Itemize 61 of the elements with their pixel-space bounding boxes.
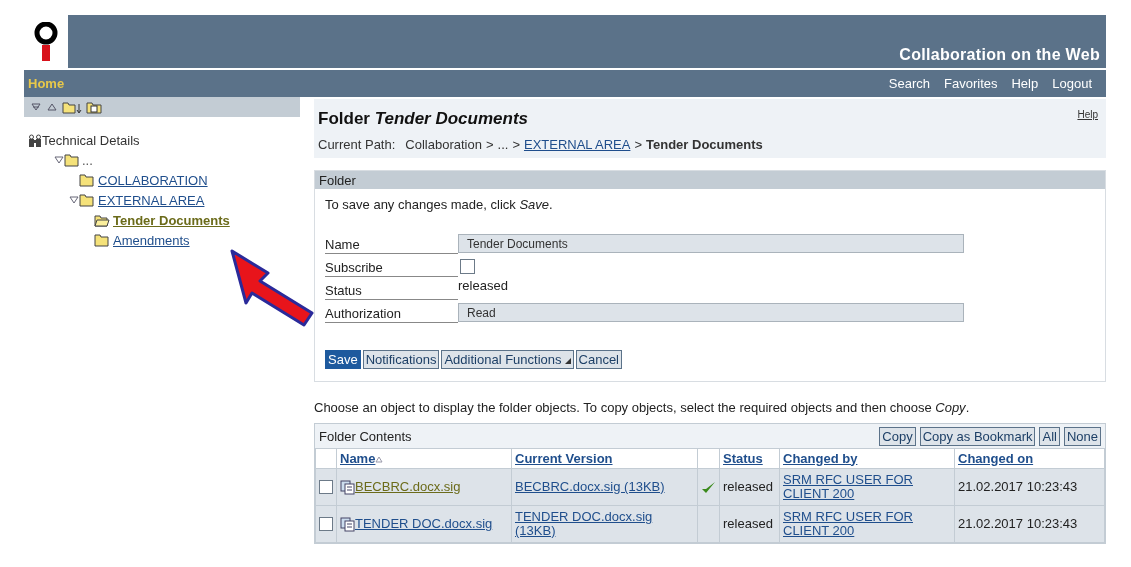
- folder-icon: [79, 193, 95, 207]
- open-folder-icon: [94, 213, 110, 227]
- caret-icon: [564, 358, 571, 364]
- selected-tree-link[interactable]: Tender Documents: [113, 212, 230, 228]
- folder-down-icon[interactable]: [62, 100, 82, 114]
- input-field[interactable]: Read: [458, 303, 964, 322]
- nav-link[interactable]: Favorites: [944, 76, 998, 91]
- path-text: Collaboration: [405, 137, 482, 152]
- button[interactable]: Copy: [879, 426, 916, 446]
- field-label: Subscribe: [325, 256, 458, 277]
- app-title: Collaboration on the Web: [899, 46, 1100, 64]
- tree-link[interactable]: EXTERNAL AREA: [98, 192, 205, 208]
- tree-link[interactable]: Amendments: [113, 232, 190, 248]
- tree-label: Technical Details: [42, 133, 140, 148]
- date-cell: 21.02.2017 10:23:43: [954, 468, 1105, 506]
- checkbox[interactable]: [460, 259, 475, 274]
- page-title: Folder Tender Documents: [317, 109, 528, 129]
- path-label: Current Path:: [318, 137, 396, 152]
- path-current: Tender Documents: [646, 137, 763, 152]
- status-cell: released: [719, 505, 780, 543]
- nav-link[interactable]: Search: [888, 76, 930, 91]
- button[interactable]: Copy as Bookmark: [919, 426, 1036, 446]
- path-link[interactable]: EXTERNAL AREA: [523, 137, 631, 152]
- save-button[interactable]: Save: [325, 350, 361, 369]
- instruction-text: Choose an object to display the folder objects. To copy objects, select the required objects and then choose Copy.: [314, 400, 971, 415]
- status-cell: released: [719, 468, 780, 506]
- binoculars-icon: [28, 133, 42, 148]
- panel-header: Folder: [315, 171, 1105, 189]
- path-separator: >: [512, 137, 520, 152]
- path-separator: >: [485, 137, 494, 152]
- date-cell: 21.02.2017 10:23:43: [954, 505, 1105, 543]
- path-text: ...: [497, 137, 509, 152]
- expand-icon[interactable]: [46, 101, 58, 113]
- tree-label[interactable]: ...: [82, 152, 93, 168]
- field-value: released: [458, 278, 508, 293]
- info-message: To save any changes made, click Save.: [325, 197, 554, 212]
- input-field[interactable]: Tender Documents: [458, 234, 964, 253]
- button[interactable]: Cancel: [575, 350, 622, 369]
- folder-icon: [79, 173, 95, 187]
- document-icon: [340, 479, 355, 495]
- button[interactable]: All: [1039, 426, 1060, 446]
- folder-icon: [64, 153, 80, 167]
- document-icon: [340, 516, 355, 532]
- tree-link[interactable]: COLLABORATION: [98, 172, 208, 188]
- help-link[interactable]: Help: [1077, 109, 1098, 120]
- folder-icon: [94, 233, 110, 247]
- nav-link[interactable]: Logout: [1052, 76, 1092, 91]
- column-header[interactable]: Name: [340, 450, 376, 466]
- menu-button[interactable]: Additional Functions: [441, 350, 574, 369]
- button[interactable]: Notifications: [362, 350, 440, 369]
- collapse-toggle-icon[interactable]: [54, 155, 64, 165]
- checkbox[interactable]: [319, 517, 333, 532]
- checkbox[interactable]: [319, 480, 333, 495]
- collapse-icon[interactable]: [30, 101, 42, 113]
- folder-icon[interactable]: [86, 100, 102, 114]
- table-title: Folder Contents: [319, 428, 412, 444]
- button[interactable]: None: [1063, 426, 1101, 446]
- nav-link[interactable]: Help: [1011, 76, 1039, 91]
- field-label: Status: [325, 279, 458, 300]
- collapse-toggle-icon[interactable]: [69, 195, 79, 205]
- path-separator: >: [634, 137, 642, 152]
